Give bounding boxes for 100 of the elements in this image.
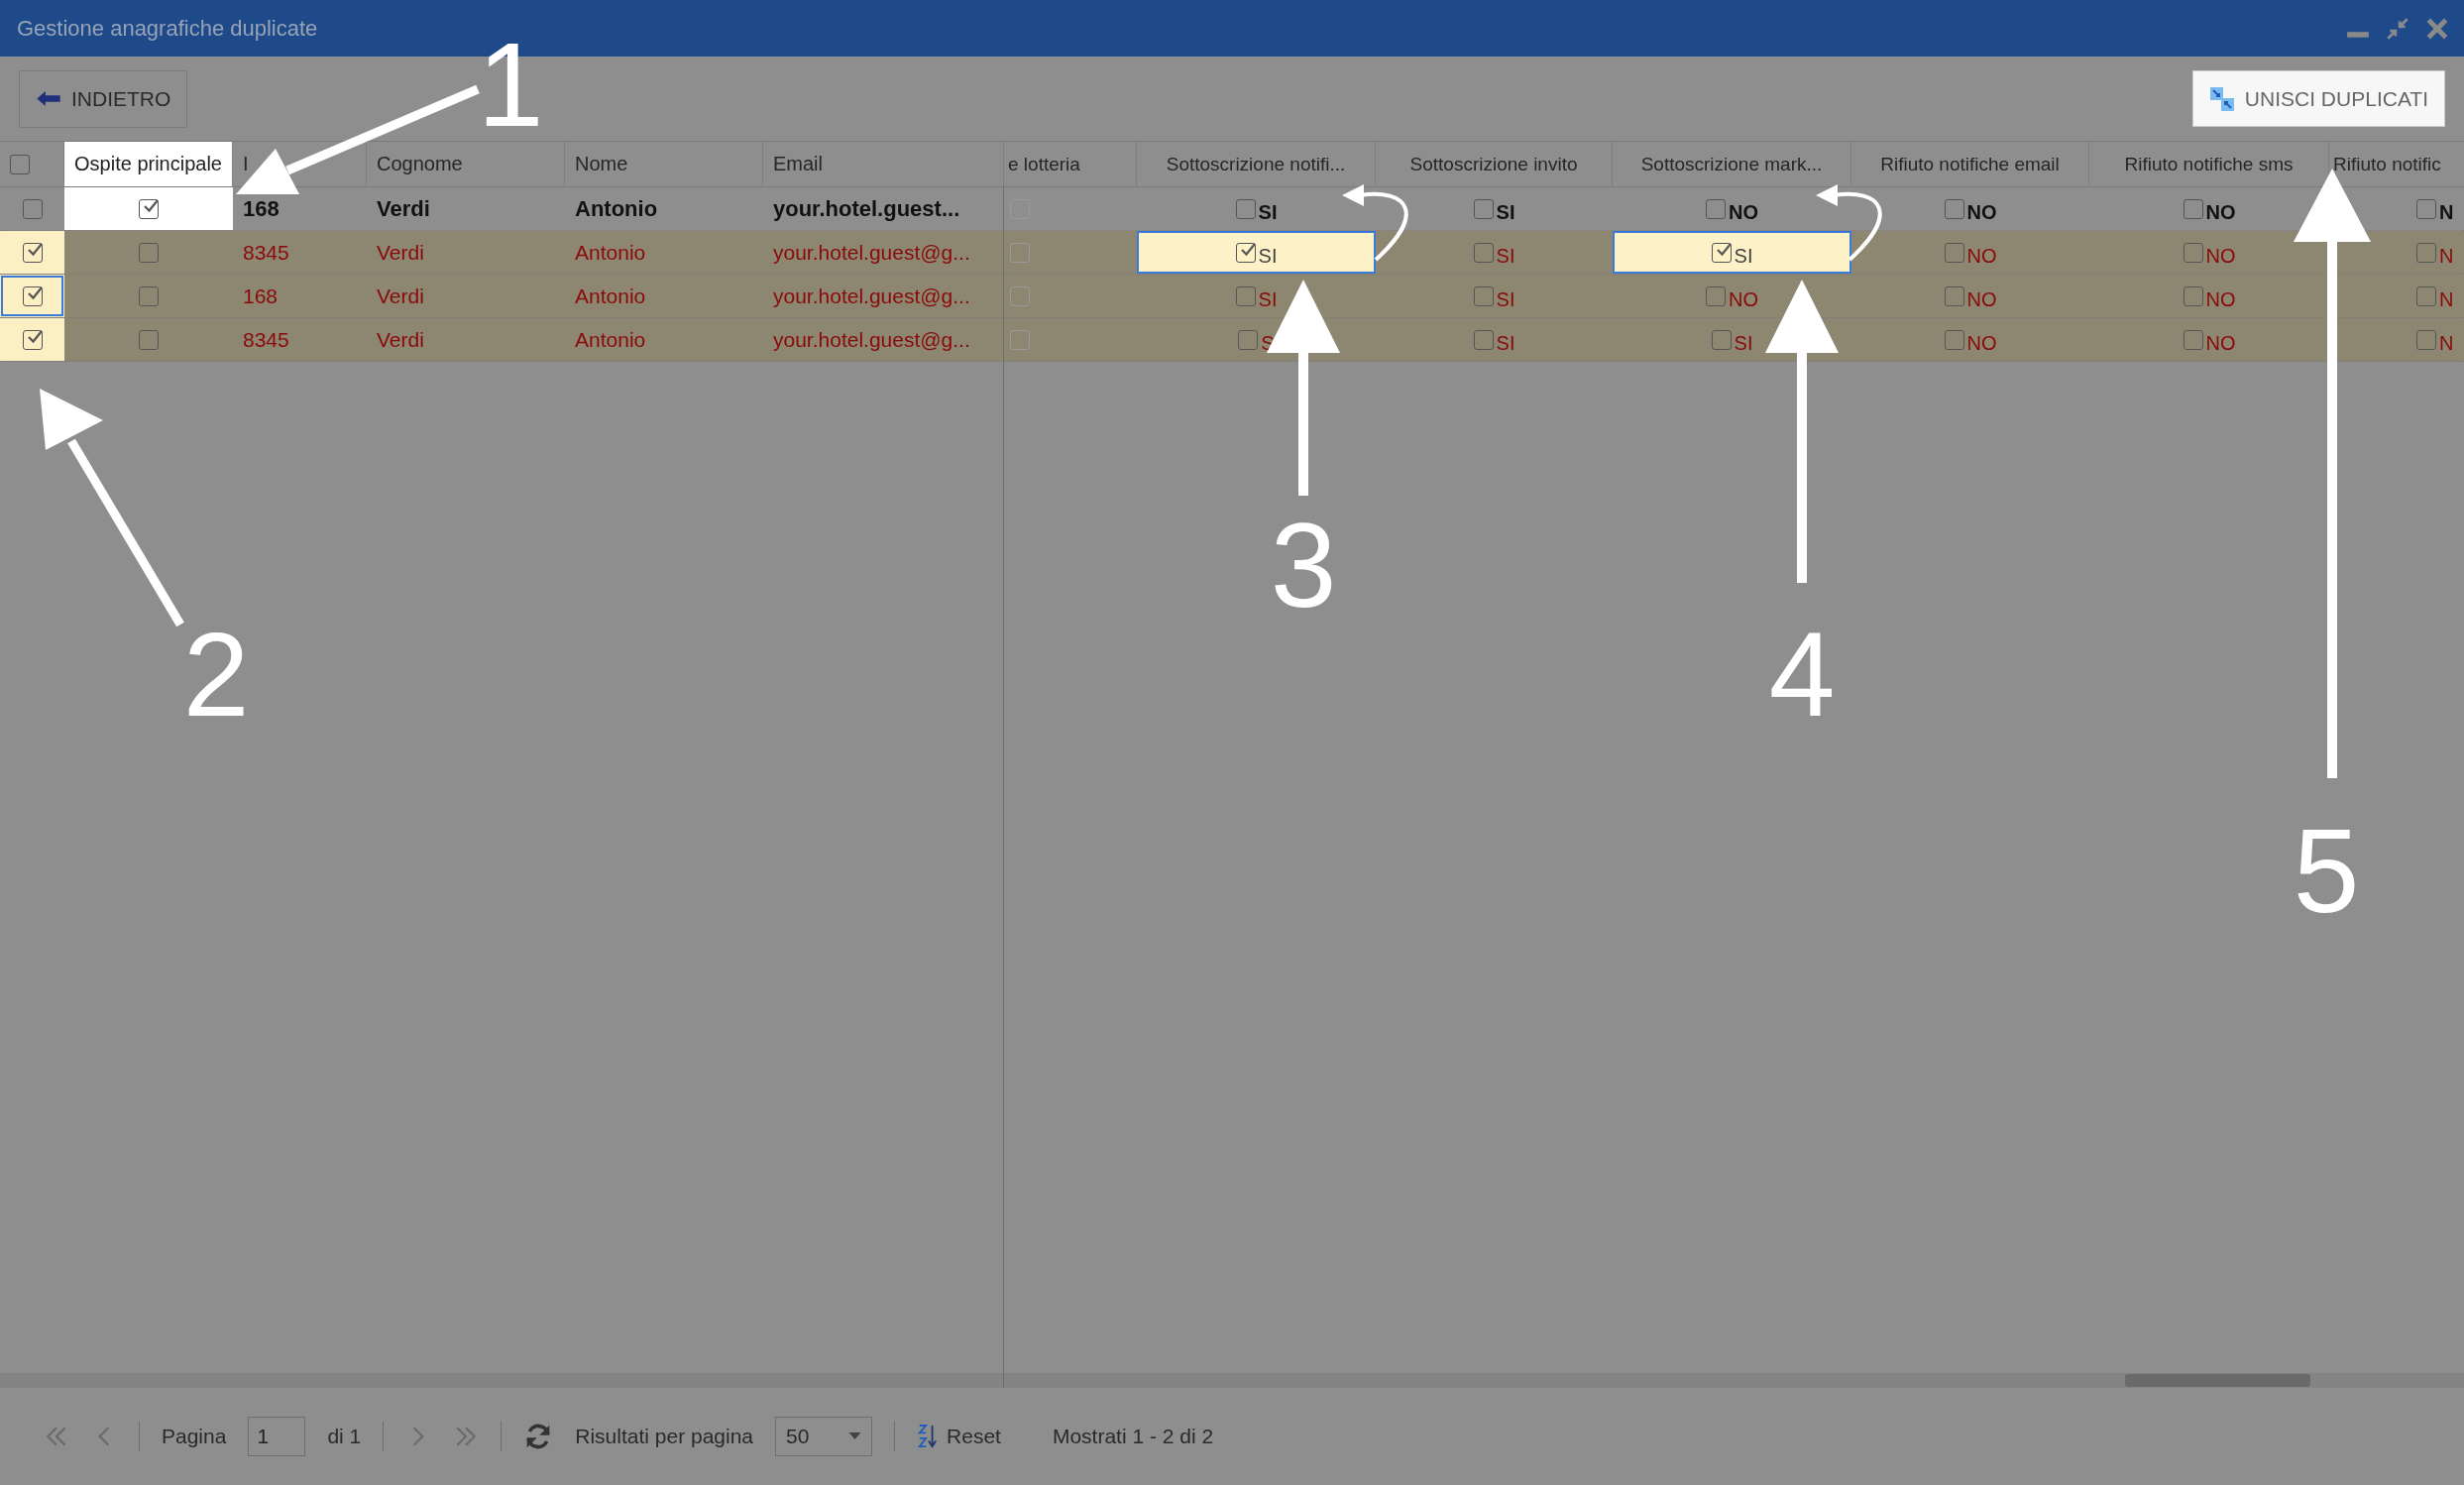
- flag-value: NO: [1966, 243, 1997, 266]
- column-header[interactable]: Rifiuto notific: [2329, 142, 2464, 186]
- flag-checkbox[interactable]: [1944, 198, 1964, 219]
- annotation-number: 2: [181, 615, 251, 734]
- flag-checkbox[interactable]: [1706, 198, 1726, 219]
- flag-checkbox[interactable]: [2416, 198, 2436, 219]
- flag-checkbox[interactable]: [1473, 198, 1494, 219]
- flag-checkbox[interactable]: [1235, 242, 1256, 263]
- flag-checkbox[interactable]: [2416, 242, 2436, 263]
- flag-value: NO: [1966, 330, 1997, 353]
- column-header[interactable]: e lotteria: [1004, 142, 1137, 186]
- flag-checkbox[interactable]: [2183, 286, 2203, 306]
- flag-value: N: [2439, 243, 2454, 266]
- flag-value: SI: [1496, 199, 1515, 222]
- annotation-number: 1: [476, 25, 545, 144]
- flag-checkbox[interactable]: [1944, 329, 1964, 350]
- flag-checkbox[interactable]: [2183, 242, 2203, 263]
- flag-value: NO: [2205, 199, 2236, 222]
- scrollbar-thumb[interactable]: [2125, 1374, 2310, 1387]
- flag-value: N: [2439, 286, 2454, 309]
- flag-checkbox[interactable]: [1706, 286, 1726, 306]
- flag-value: N: [2439, 330, 2454, 353]
- table-cell-text: your.hotel.guest@g...: [772, 326, 971, 353]
- per-page-dropdown[interactable]: 50: [775, 1417, 873, 1456]
- table-cell-text: 168: [242, 194, 280, 223]
- flag-checkbox[interactable]: [2416, 329, 2436, 350]
- lottery-checkbox[interactable]: [1010, 329, 1030, 350]
- flag-value: NO: [2205, 330, 2236, 353]
- table-cell-text: Antonio: [574, 194, 659, 223]
- flag-value: N: [2439, 199, 2454, 222]
- flag-value: SI: [1258, 243, 1278, 266]
- flag-value: SI: [1258, 199, 1278, 222]
- column-header[interactable]: Nome: [565, 142, 763, 186]
- table-cell-text: Verdi: [376, 194, 431, 223]
- table-cell-text: Antonio: [574, 283, 647, 309]
- flag-checkbox[interactable]: [2183, 329, 2203, 350]
- lottery-checkbox[interactable]: [1010, 286, 1030, 306]
- flag-checkbox[interactable]: [2183, 198, 2203, 219]
- table-cell-text: your.hotel.guest@g...: [772, 283, 971, 309]
- flag-value: SI: [1734, 330, 1753, 353]
- merge-duplicates-button[interactable]: UNISCI DUPLICATI: [2191, 70, 2445, 127]
- table-cell-text: your.hotel.guest...: [772, 194, 961, 223]
- column-header[interactable]: Ospite principale: [64, 142, 233, 186]
- flag-value: NO: [1729, 199, 1758, 222]
- sort-icon: [917, 1424, 940, 1449]
- primary-guest-checkbox[interactable]: [139, 329, 159, 350]
- select-all-checkbox[interactable]: [10, 154, 30, 174]
- table-cell-text: Verdi: [376, 239, 425, 266]
- column-header[interactable]: Email: [763, 142, 1004, 186]
- flag-checkbox[interactable]: [1944, 242, 1964, 263]
- table-cell-text: 168: [242, 283, 280, 309]
- flag-checkbox[interactable]: [1944, 286, 1964, 306]
- lottery-checkbox[interactable]: [1010, 242, 1030, 263]
- results-summary: Mostrati 1 - 2 di 2: [1052, 1425, 1214, 1448]
- annotation-number: 4: [1767, 615, 1837, 734]
- primary-guest-checkbox[interactable]: [139, 286, 159, 306]
- table-cell-text: Antonio: [574, 326, 647, 353]
- table-cell-text: Antonio: [574, 239, 647, 266]
- shrink-arrows-icon[interactable]: [2385, 15, 2410, 42]
- column-header[interactable]: Rifiuto notifiche email: [1851, 142, 2089, 186]
- reset-button[interactable]: Reset: [917, 1424, 1001, 1449]
- flag-value: NO: [2205, 243, 2236, 266]
- flag-checkbox[interactable]: [1235, 198, 1256, 219]
- row-checkbox[interactable]: [22, 198, 43, 219]
- row-checkbox[interactable]: [22, 329, 43, 350]
- flag-value: NO: [1729, 286, 1758, 309]
- flag-value: SI: [1496, 286, 1515, 309]
- row-checkbox[interactable]: [22, 242, 43, 263]
- annotation-number: 5: [2292, 811, 2361, 930]
- table-cell-text: Verdi: [376, 326, 425, 353]
- window-title: Gestione anagrafiche duplicate: [17, 15, 318, 42]
- row-checkbox[interactable]: [22, 286, 43, 306]
- flag-checkbox[interactable]: [1473, 242, 1494, 263]
- column-header[interactable]: Sottoscrizione invito: [1376, 142, 1613, 186]
- arrow-left-icon: [36, 90, 61, 107]
- flag-checkbox[interactable]: [1711, 242, 1732, 263]
- back-button[interactable]: INDIETRO: [19, 69, 188, 128]
- annotation-number: 3: [1269, 506, 1338, 625]
- flag-checkbox[interactable]: [1473, 329, 1494, 350]
- flag-checkbox[interactable]: [2416, 286, 2436, 306]
- flag-value: SI: [1496, 330, 1515, 353]
- table-cell-text: 8345: [242, 326, 290, 353]
- primary-guest-checkbox[interactable]: [139, 242, 159, 263]
- flag-value: SI: [1734, 243, 1753, 266]
- table-cell-text: 8345: [242, 239, 290, 266]
- page-count: di 1: [327, 1425, 362, 1448]
- flag-value: SI: [1496, 243, 1515, 266]
- flag-checkbox[interactable]: [1473, 286, 1494, 306]
- flag-value: SI: [1258, 286, 1278, 309]
- flag-checkbox[interactable]: [1711, 329, 1732, 350]
- per-page-label: Risultati per pagina: [575, 1425, 754, 1448]
- flag-value: NO: [1966, 199, 1997, 222]
- merge-icon: [2208, 85, 2235, 112]
- page-input[interactable]: 1: [248, 1417, 306, 1456]
- table-cell-text: Verdi: [376, 283, 425, 309]
- table-cell-text: your.hotel.guest@g...: [772, 239, 971, 266]
- flag-checkbox[interactable]: [1238, 329, 1259, 350]
- column-header[interactable]: Cognome: [367, 142, 565, 186]
- flag-checkbox[interactable]: [1235, 286, 1256, 306]
- primary-guest-checkbox[interactable]: [139, 198, 159, 219]
